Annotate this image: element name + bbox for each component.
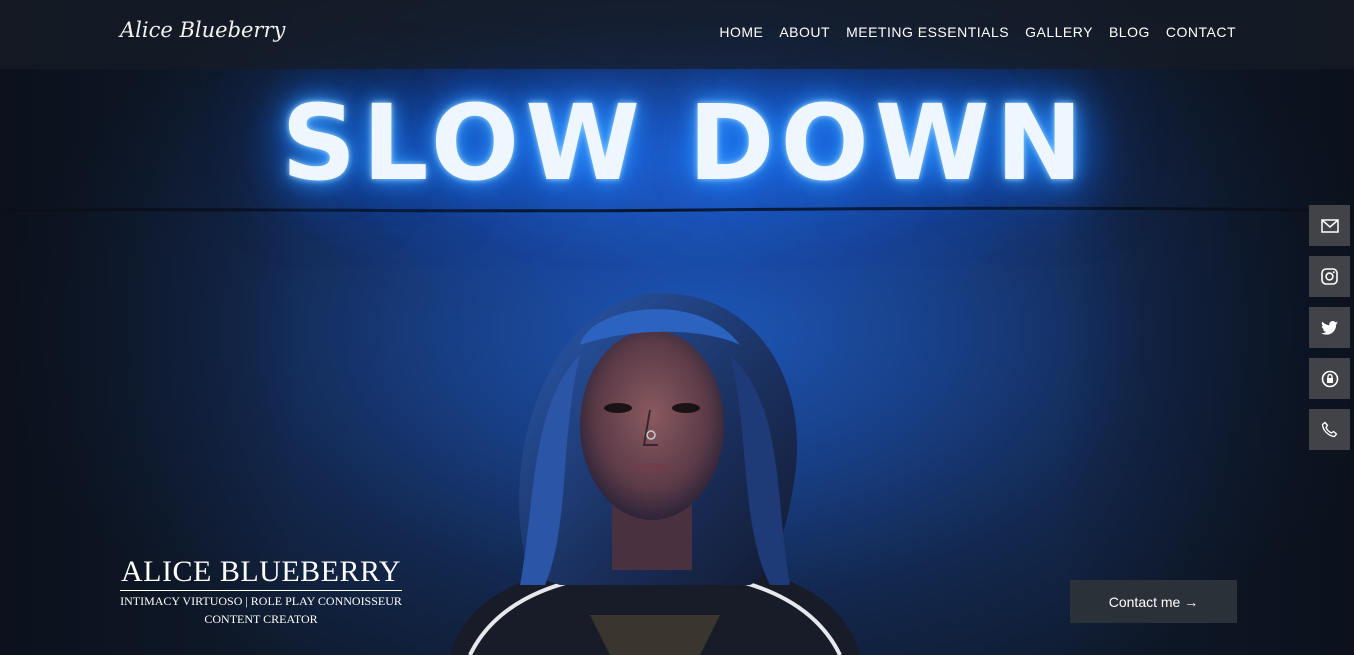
- nav-item-home[interactable]: HOME: [719, 24, 763, 40]
- phone-icon: [1321, 421, 1338, 438]
- neon-sign: SLOW DOWN: [281, 82, 1089, 204]
- main-nav: HOME ABOUT MEETING ESSENTIALS GALLERY BL…: [719, 24, 1236, 40]
- twitter-button[interactable]: [1309, 307, 1350, 348]
- onlyfans-icon: [1321, 370, 1338, 387]
- nav-item-about[interactable]: ABOUT: [779, 24, 830, 40]
- social-links: [1309, 205, 1350, 450]
- onlyfans-button[interactable]: [1309, 358, 1350, 399]
- hero-tagline-primary: INTIMACY VIRTUOSO | ROLE PLAY CONNOISSEU…: [120, 594, 402, 608]
- nav-item-gallery[interactable]: GALLERY: [1025, 24, 1093, 40]
- email-button[interactable]: [1309, 205, 1350, 246]
- neon-wire: [0, 206, 1354, 213]
- site-logo[interactable]: Alice Blueberry: [120, 18, 285, 42]
- hero-portrait: [450, 293, 860, 655]
- instagram-button[interactable]: [1309, 256, 1350, 297]
- hero-identity: ALICE BLUEBERRY INTIMACY VIRTUOSO | ROLE…: [120, 556, 403, 627]
- phone-button[interactable]: [1309, 409, 1350, 450]
- contact-me-button[interactable]: Contact me →: [1070, 580, 1237, 623]
- header-bar: Alice Blueberry HOME ABOUT MEETING ESSEN…: [0, 0, 1354, 69]
- hero-tagline-secondary: CONTENT CREATOR: [204, 612, 318, 626]
- hero-name: ALICE BLUEBERRY: [120, 556, 403, 591]
- nav-item-blog[interactable]: BLOG: [1109, 24, 1150, 40]
- nav-item-contact[interactable]: CONTACT: [1166, 24, 1236, 40]
- twitter-icon: [1321, 320, 1338, 335]
- instagram-icon: [1321, 268, 1338, 285]
- email-icon: [1320, 218, 1339, 233]
- nav-item-meeting-essentials[interactable]: MEETING ESSENTIALS: [846, 24, 1009, 40]
